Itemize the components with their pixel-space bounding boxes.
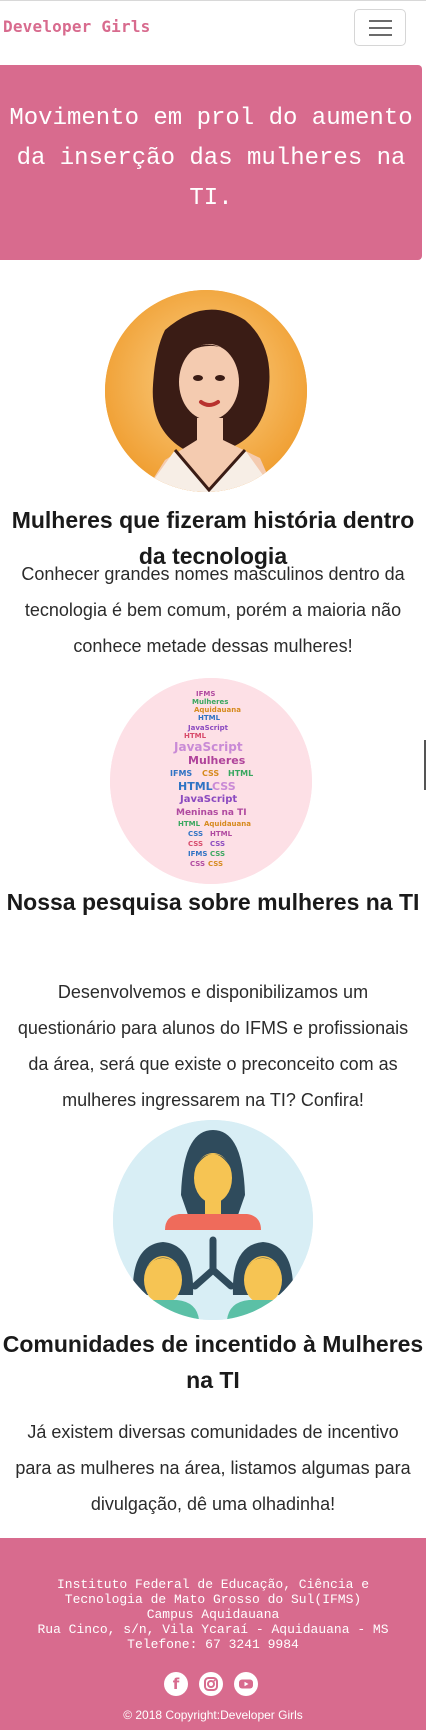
wordcloud-word: CSS xyxy=(210,840,225,848)
wordcloud-word: CSS xyxy=(190,860,205,868)
word-cloud-woman-silhouette[interactable]: IFMS Mulheres Aquidauana HTML JavaScript… xyxy=(110,678,312,884)
wordcloud-word: CSS xyxy=(188,830,203,838)
wordcloud-word: CSS xyxy=(202,769,219,778)
wordcloud-word: HTML xyxy=(198,714,221,722)
hero-banner: Movimento em prol do aumento da inserção… xyxy=(0,65,422,260)
wordcloud-word: JavaScript xyxy=(179,794,237,805)
wordcloud-word: HTML xyxy=(210,830,233,838)
wordcloud-word: HTML xyxy=(178,780,213,793)
women-community-network-icon[interactable] xyxy=(113,1120,313,1320)
card-text: Conhecer grandes nomes masculinos dentro… xyxy=(21,564,405,656)
footer: Instituto Federal de Educação, Ciência e… xyxy=(0,1538,426,1730)
wordcloud-word: CSS xyxy=(210,850,225,858)
youtube-icon[interactable] xyxy=(234,1672,259,1696)
card-text: Já existem diversas comunidades de incen… xyxy=(15,1422,411,1514)
wordcloud-word: HTML xyxy=(228,769,253,778)
hamburger-menu-icon xyxy=(369,20,392,22)
hamburger-menu-icon xyxy=(369,27,392,29)
portrait-woman-illustration[interactable] xyxy=(105,290,307,492)
wordcloud-word: Mulheres xyxy=(192,698,228,706)
card-text: Desenvolvemos e disponibilizamos um ques… xyxy=(17,982,409,1110)
footer-line: Rua Cinco, s/n, Vila Ycaraí - Aquidauana… xyxy=(37,1622,389,1637)
navbar: Developer Girls xyxy=(0,0,426,53)
wordcloud-word: CSS xyxy=(188,840,203,848)
wordcloud-word: CSS xyxy=(212,780,236,793)
footer-line: Telefone: 67 3241 9984 xyxy=(127,1637,299,1652)
wordcloud-word: Aquidauana xyxy=(194,706,241,714)
wordcloud-word: HTML xyxy=(184,732,207,740)
hamburger-menu-icon xyxy=(369,34,392,36)
footer-address: Instituto Federal de Educação, Ciência e… xyxy=(0,1577,426,1652)
footer-line: Tecnologia de Mato Grosso do Sul(IFMS) xyxy=(64,1592,362,1607)
facebook-icon[interactable]: f xyxy=(164,1672,188,1696)
footer-line: Instituto Federal de Educação, Ciência e xyxy=(56,1577,370,1592)
social-links: f xyxy=(164,1672,264,1698)
copyright-text: © 2018 Copyright:Developer Girls xyxy=(123,1708,303,1722)
card-communities: Comunidades de incentido à Mulheres na T… xyxy=(0,1120,426,1530)
wordcloud-word: Aquidauana xyxy=(204,820,251,828)
wordcloud-word: Meninas na TI xyxy=(176,808,247,818)
wordcloud-word: IFMS xyxy=(196,690,215,698)
hero-text: Movimento em prol do aumento da inserção… xyxy=(9,105,413,212)
card-survey: IFMS Mulheres Aquidauana HTML JavaScript… xyxy=(0,678,426,1118)
card-title: Nossa pesquisa sobre mulheres na TI xyxy=(6,889,420,915)
card-history: Mulheres que fizeram história dentro da … xyxy=(0,288,426,668)
card-title: Comunidades de incentido à Mulheres na T… xyxy=(2,1331,424,1393)
wordcloud-word: IFMS xyxy=(188,850,207,858)
wordcloud-word: JavaScript xyxy=(187,724,229,732)
brand-link[interactable]: Developer Girls xyxy=(3,17,151,36)
wordcloud-word: HTML xyxy=(178,820,201,828)
footer-line: Campus Aquidauana xyxy=(146,1607,280,1622)
wordcloud-word: CSS xyxy=(208,860,223,868)
wordcloud-word: IFMS xyxy=(170,769,192,778)
wordcloud-word: Mulheres xyxy=(188,754,246,767)
wordcloud-word: JavaScript xyxy=(173,740,243,754)
instagram-icon[interactable] xyxy=(199,1672,224,1696)
navbar-toggle-button[interactable] xyxy=(354,9,406,46)
